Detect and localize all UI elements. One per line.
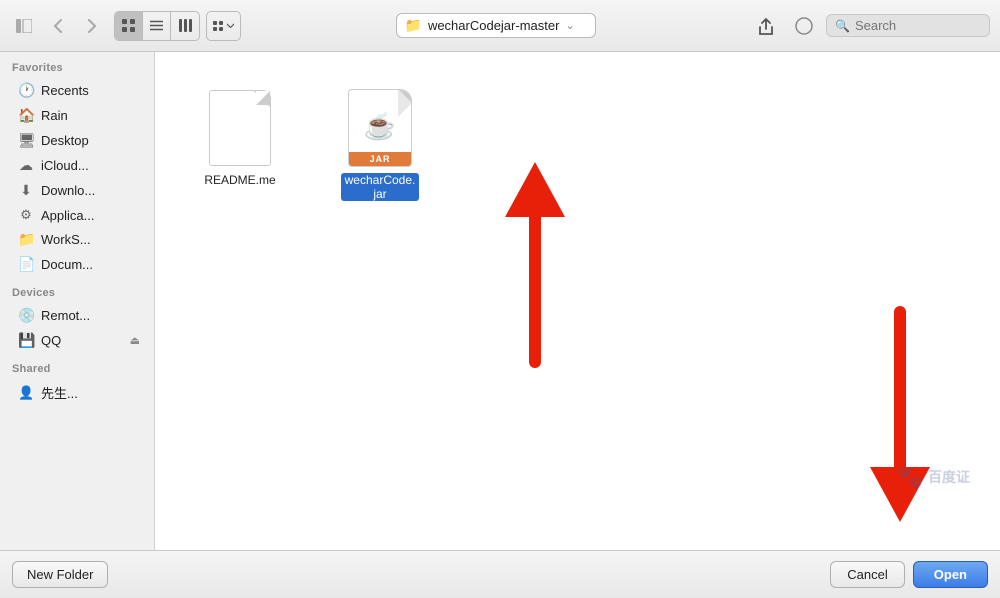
- download-icon: ⬇: [18, 182, 34, 199]
- view-gallery-button[interactable]: [207, 12, 240, 40]
- main-area: Favorites 🕐 Recents 🏠 Rain 🖥 Desktop ☁ i…: [0, 52, 1000, 550]
- sidebar-item-documents[interactable]: 📄 Docum...: [4, 252, 150, 277]
- sidebar-item-rain[interactable]: 🏠 Rain: [4, 103, 150, 128]
- recents-icon: 🕐: [18, 82, 34, 99]
- bottom-bar: New Folder Cancel Open: [0, 550, 1000, 598]
- shared-header: Shared: [0, 353, 154, 379]
- shared-user-icon: 👤: [18, 385, 34, 401]
- file-item-jar[interactable]: ☕ JAR wecharCode.jar: [335, 82, 425, 207]
- jar-file-icon: ☕ JAR: [348, 89, 412, 167]
- cloud-icon: ☁: [18, 157, 34, 174]
- sidebar-item-icloud[interactable]: ☁ iCloud...: [4, 153, 150, 178]
- search-icon: 🔍: [835, 19, 850, 33]
- path-chevron-icon: ⌄: [565, 19, 574, 32]
- sidebar-item-label: Remot...: [41, 308, 90, 323]
- search-input[interactable]: [855, 18, 975, 33]
- sidebar-item-shared-user[interactable]: 👤 先生...: [4, 379, 150, 406]
- view-mode-group: [114, 11, 200, 41]
- file-area: README.me ☕ JAR wecharCode.jar: [155, 52, 1000, 550]
- sidebar-item-desktop[interactable]: 🖥 Desktop: [4, 128, 150, 153]
- path-label: wecharCodejar-master: [428, 18, 560, 33]
- cancel-button[interactable]: Cancel: [830, 561, 904, 588]
- file-name-readme: README.me: [204, 173, 275, 187]
- doc-icon: [209, 90, 271, 166]
- open-button[interactable]: Open: [913, 561, 988, 588]
- folder-icon: 📁: [405, 17, 422, 34]
- drive-icon: 💾: [18, 332, 34, 349]
- jar-label: JAR: [349, 152, 411, 166]
- view-grid-button[interactable]: [115, 12, 143, 40]
- apps-icon: ⚙: [18, 207, 34, 223]
- tag-button[interactable]: [788, 12, 820, 40]
- sidebar-item-label: Desktop: [41, 133, 89, 148]
- toolbar: 📁 wecharCodejar-master ⌄ 🔍: [0, 0, 1000, 52]
- toggle-sidebar-button[interactable]: [10, 12, 38, 40]
- sidebar-item-label: iCloud...: [41, 158, 89, 173]
- back-button[interactable]: [44, 12, 72, 40]
- sidebar: Favorites 🕐 Recents 🏠 Rain 🖥 Desktop ☁ i…: [0, 52, 155, 550]
- devices-header: Devices: [0, 277, 154, 303]
- file-name-jar: wecharCode.jar: [341, 173, 419, 201]
- search-bar: 🔍: [826, 14, 990, 37]
- sidebar-item-label: Downlo...: [41, 183, 95, 198]
- files-grid: README.me ☕ JAR wecharCode.jar: [155, 52, 1000, 237]
- sidebar-item-recents[interactable]: 🕐 Recents: [4, 78, 150, 103]
- desktop-icon: 🖥: [18, 132, 34, 149]
- sidebar-item-label: Recents: [41, 83, 89, 98]
- document-icon: 📄: [18, 256, 34, 273]
- home-icon: 🏠: [18, 107, 34, 124]
- new-folder-button[interactable]: New Folder: [12, 561, 108, 588]
- sidebar-item-qq[interactable]: 💾 QQ ⏏: [4, 328, 150, 353]
- sidebar-item-remote[interactable]: 💿 Remot...: [4, 303, 150, 328]
- sidebar-item-applications[interactable]: ⚙ Applica...: [4, 203, 150, 227]
- watermark: 🐾 百度证: [897, 464, 970, 490]
- sidebar-item-downloads[interactable]: ⬇ Downlo...: [4, 178, 150, 203]
- view-columns-button[interactable]: [171, 12, 199, 40]
- file-icon-jar: ☕ JAR: [344, 88, 416, 168]
- sidebar-item-label: 先生...: [41, 383, 78, 402]
- favorites-header: Favorites: [0, 52, 154, 78]
- forward-button[interactable]: [78, 12, 106, 40]
- eject-icon[interactable]: ⏏: [130, 334, 140, 347]
- disc-icon: 💿: [18, 307, 34, 324]
- share-button[interactable]: [750, 12, 782, 40]
- sidebar-item-label: Applica...: [41, 208, 94, 223]
- sidebar-item-label: WorkS...: [41, 232, 91, 247]
- folder-icon: 📁: [18, 231, 34, 248]
- sidebar-item-label: Rain: [41, 108, 68, 123]
- file-icon-readme: [204, 88, 276, 168]
- view-gallery-group: [206, 11, 241, 41]
- action-buttons: Cancel Open: [830, 561, 988, 588]
- sidebar-item-label: QQ: [41, 333, 61, 348]
- path-bar[interactable]: 📁 wecharCodejar-master ⌄: [396, 13, 596, 38]
- view-list-button[interactable]: [143, 12, 171, 40]
- arrow-down-annotation: [860, 302, 940, 532]
- file-item-readme[interactable]: README.me: [195, 82, 285, 193]
- coffee-cup-icon: ☕: [364, 113, 396, 139]
- sidebar-item-workspace[interactable]: 📁 WorkS...: [4, 227, 150, 252]
- sidebar-item-label: Docum...: [41, 257, 93, 272]
